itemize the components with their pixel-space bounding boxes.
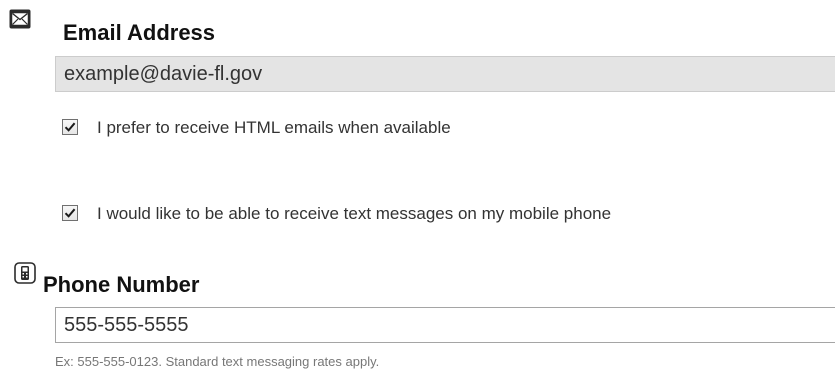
html-email-checkbox[interactable]: [62, 119, 78, 135]
email-section-title: Email Address: [63, 20, 216, 45]
checkmark-icon: [64, 208, 76, 218]
phone-section-title: Phone Number: [43, 272, 200, 297]
text-messages-checkbox[interactable]: [62, 205, 78, 221]
phone-number-field[interactable]: 555-555-5555: [55, 307, 835, 343]
email-field[interactable]: example@davie-fl.gov: [55, 56, 835, 92]
mobile-phone-icon: [14, 262, 36, 284]
phone-hint: Ex: 555-555-0123. Standard text messagin…: [55, 354, 380, 369]
text-messages-label: I would like to be able to receive text …: [97, 204, 612, 223]
envelope-icon: [9, 9, 31, 31]
subscription-form: Email Address example@davie-fl.gov I pre…: [0, 0, 835, 371]
html-email-label: I prefer to receive HTML emails when ava…: [97, 118, 451, 137]
checkmark-icon: [64, 122, 76, 132]
